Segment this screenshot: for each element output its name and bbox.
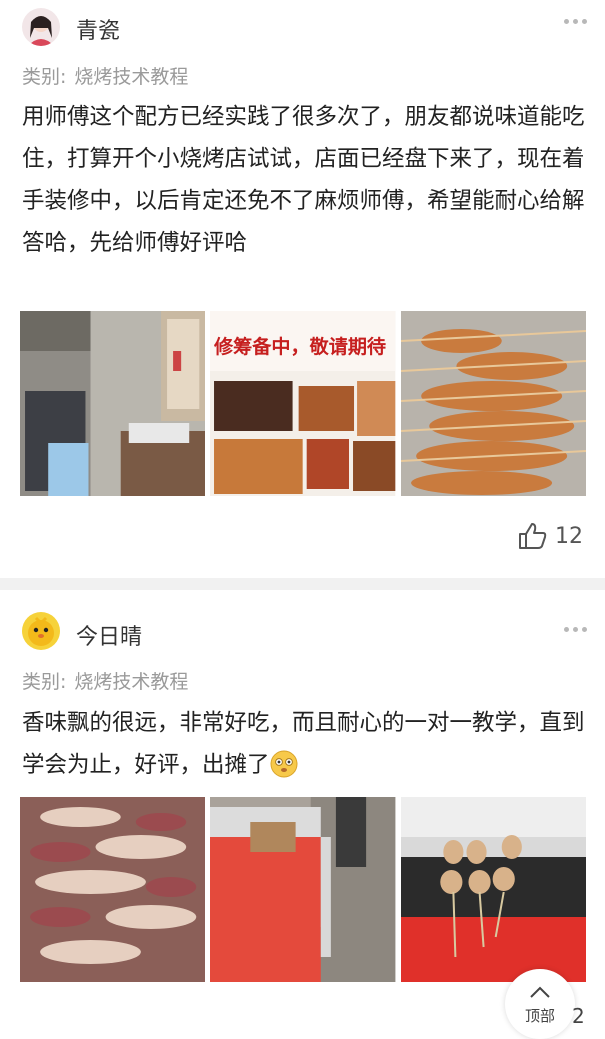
user-avatar[interactable]	[22, 612, 60, 650]
review-post: 青瓷 类别: 烧烤技术教程 用师傅这个配方已经实践了很多次了，朋友都说味道能吃住，…	[0, 0, 605, 578]
smiling-face-icon	[270, 750, 298, 792]
username[interactable]: 青瓷	[76, 13, 120, 45]
kitchen-photo[interactable]	[20, 311, 206, 496]
photo-grid: 修筹备中，敬请期待	[20, 311, 586, 496]
photo-grid	[20, 797, 586, 982]
user-avatar[interactable]	[22, 8, 60, 46]
back-to-top-label: 顶部	[524, 1007, 555, 1025]
raw-skewers-photo[interactable]	[20, 797, 206, 982]
page-number: 2	[572, 1004, 585, 1028]
category-label: 类别:	[22, 671, 67, 693]
post-header: 青瓷	[0, 0, 605, 56]
grill-chicken-photo[interactable]	[400, 797, 586, 982]
post-content: 香味飘的很远，非常好吃，而且耐心的一对一教学，直到学会为止，好评，出摊了	[22, 702, 589, 792]
back-to-top-button[interactable]: 顶部	[505, 969, 575, 1039]
post-content: 用师傅这个配方已经实践了很多次了，朋友都说味道能吃住，打算开个小烧烤店试试，店面…	[22, 104, 585, 256]
grilled-skewers-photo[interactable]	[400, 311, 586, 496]
post-content-text: 香味飘的很远，非常好吃，而且耐心的一对一教学，直到学会为止，好评，出摊了	[22, 710, 585, 778]
category-value: 烧烤技术教程	[74, 66, 189, 88]
category-line: 类别: 烧烤技术教程	[22, 62, 188, 89]
review-post: 今日晴 类别: 烧烤技术教程 香味飘的很远，非常好吃，而且耐心的一对一教学，直到学…	[0, 590, 605, 1024]
post-divider	[0, 578, 605, 590]
poster-heading: 修筹备中，敬请期待	[213, 335, 386, 358]
post-header: 今日晴	[0, 590, 605, 650]
thumbs-up-icon	[519, 523, 547, 549]
more-options-icon[interactable]	[564, 627, 587, 632]
category-line: 类别: 烧烤技术教程	[22, 667, 188, 694]
like-button[interactable]: 12	[517, 522, 583, 550]
category-value: 烧烤技术教程	[74, 671, 189, 693]
more-options-icon[interactable]	[564, 19, 587, 24]
like-count: 12	[555, 523, 583, 549]
stall-cart-photo[interactable]	[210, 797, 396, 982]
chevron-up-icon	[530, 986, 550, 998]
menu-poster-photo[interactable]: 修筹备中，敬请期待	[210, 311, 396, 496]
username[interactable]: 今日晴	[76, 619, 142, 651]
category-label: 类别:	[22, 66, 67, 88]
